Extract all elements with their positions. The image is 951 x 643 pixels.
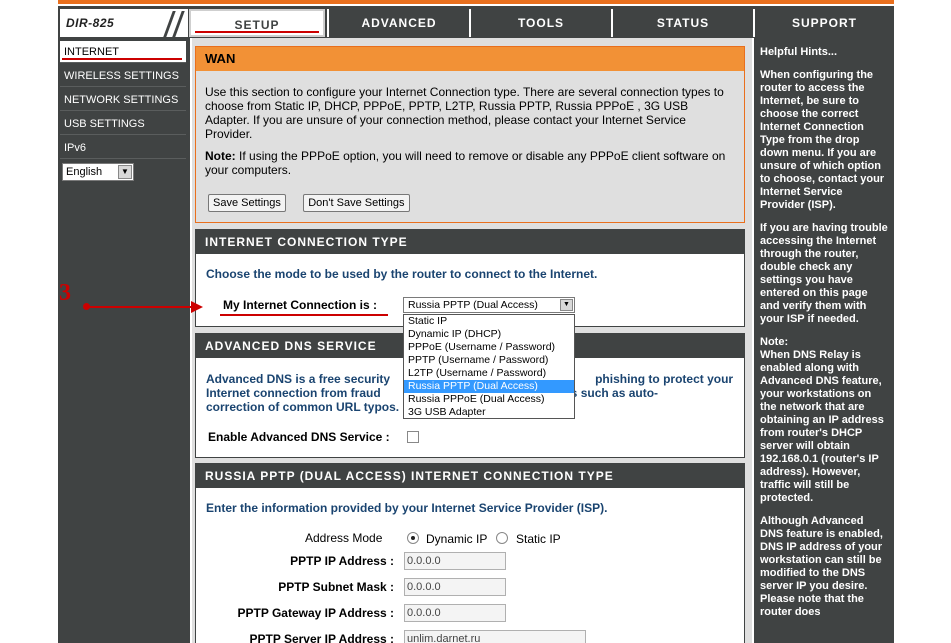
tab-advanced[interactable]: ADVANCED	[327, 9, 469, 37]
tab-support[interactable]: SUPPORT	[753, 9, 894, 37]
connection-type-label: My Internet Connection is :	[223, 298, 378, 312]
annotation-arrow-head	[191, 301, 203, 313]
annotation-underline	[220, 314, 388, 316]
option-pppoe[interactable]: PPPoE (Username / Password)	[404, 341, 574, 354]
pptp-ip-input[interactable]: 0.0.0.0	[404, 552, 506, 570]
pptp-subnet-input[interactable]: 0.0.0.0	[404, 578, 506, 596]
wan-intro: Use this section to configure your Inter…	[205, 85, 724, 141]
address-mode-label: Address Mode	[305, 531, 383, 545]
language-value: English	[66, 166, 103, 178]
chevron-down-icon: ▼	[560, 299, 573, 311]
sidebar-item-network-settings[interactable]: NETWORK SETTINGS	[60, 89, 186, 111]
pptp-server-input[interactable]: unlim.darnet.ru	[404, 630, 586, 643]
annotation-arrow-line	[87, 306, 193, 308]
tab-status[interactable]: STATUS	[611, 9, 753, 37]
pptp-subnet-label: PPTP Subnet Mask :	[278, 580, 394, 594]
enable-dns-checkbox[interactable]	[407, 431, 419, 443]
tab-setup[interactable]: SETUP	[189, 9, 325, 37]
option-pptp[interactable]: PPTP (Username / Password)	[404, 354, 574, 367]
sidebar-item-ipv6[interactable]: IPv6	[60, 137, 186, 159]
main-content: WAN Use this section to configure your I…	[192, 38, 752, 643]
dynamic-ip-radio[interactable]	[407, 532, 419, 544]
static-ip-radio[interactable]	[496, 532, 508, 544]
language-select[interactable]: English ▼	[62, 163, 134, 181]
sidebar-item-usb-settings[interactable]: USB SETTINGS	[60, 113, 186, 135]
option-static-ip[interactable]: Static IP	[404, 315, 574, 328]
hints-title: Helpful Hints...	[760, 46, 837, 58]
enable-dns-label: Enable Advanced DNS Service :	[208, 430, 390, 444]
connection-type-dropdown: Static IP Dynamic IP (DHCP) PPPoE (Usern…	[403, 314, 575, 419]
pptp-server-label: PPTP Server IP Address :	[249, 632, 394, 643]
connection-type-select[interactable]: Russia PPTP (Dual Access) ▼	[403, 297, 575, 313]
pptp-ip-label: PPTP IP Address :	[290, 554, 394, 568]
helpful-hints-panel: Helpful Hints... When configuring the ro…	[754, 38, 894, 643]
dont-save-settings-button[interactable]: Don't Save Settings	[303, 194, 410, 212]
option-3g-usb[interactable]: 3G USB Adapter	[404, 406, 574, 419]
wan-section: WAN Use this section to configure your I…	[195, 46, 745, 223]
section-title: INTERNET CONNECTION TYPE	[196, 230, 744, 254]
save-settings-button[interactable]: Save Settings	[208, 194, 286, 212]
wan-title: WAN	[196, 47, 744, 71]
hint-paragraph: If you are having trouble accessing the …	[760, 222, 888, 325]
chevron-down-icon: ▼	[118, 165, 132, 179]
annotation-number: 3	[59, 280, 71, 306]
section-title: RUSSIA PPTP (DUAL ACCESS) INTERNET CONNE…	[196, 464, 744, 488]
sidebar-item-internet[interactable]: INTERNET	[60, 41, 186, 63]
connection-type-value: Russia PPTP (Dual Access)	[408, 299, 538, 311]
static-ip-label: Static IP	[516, 532, 561, 546]
model-name: DIR-825	[66, 16, 115, 30]
option-dynamic-ip[interactable]: Dynamic IP (DHCP)	[404, 328, 574, 341]
left-nav: INTERNET WIRELESS SETTINGS NETWORK SETTI…	[58, 38, 190, 643]
sidebar-item-wireless-settings[interactable]: WIRELESS SETTINGS	[60, 65, 186, 87]
tab-tools[interactable]: TOOLS	[469, 9, 611, 37]
russia-pptp-section: RUSSIA PPTP (DUAL ACCESS) INTERNET CONNE…	[195, 463, 745, 643]
option-l2tp[interactable]: L2TP (Username / Password)	[404, 367, 574, 380]
hint-paragraph: Note: When DNS Relay is enabled along wi…	[760, 336, 884, 504]
wan-note: Note: If using the PPPoE option, you wil…	[205, 149, 726, 177]
hint-paragraph: Although Advanced DNS feature is enabled…	[760, 515, 883, 618]
option-russia-pppoe[interactable]: Russia PPPoE (Dual Access)	[404, 393, 574, 406]
model-box: DIR-825	[60, 9, 188, 37]
ict-prompt: Choose the mode to be used by the router…	[206, 267, 598, 281]
dynamic-ip-label: Dynamic IP	[426, 532, 488, 546]
pptp-gateway-label: PPTP Gateway IP Address :	[237, 606, 394, 620]
header: DIR-825 SETUP ADVANCED TOOLS STATUS SUPP…	[58, 6, 894, 38]
pptp-prompt: Enter the information provided by your I…	[206, 501, 608, 515]
hint-paragraph: When configuring the router to access th…	[760, 69, 885, 211]
top-accent-bar	[58, 0, 894, 4]
pptp-gateway-input[interactable]: 0.0.0.0	[404, 604, 506, 622]
option-russia-pptp[interactable]: Russia PPTP (Dual Access)	[404, 380, 574, 393]
